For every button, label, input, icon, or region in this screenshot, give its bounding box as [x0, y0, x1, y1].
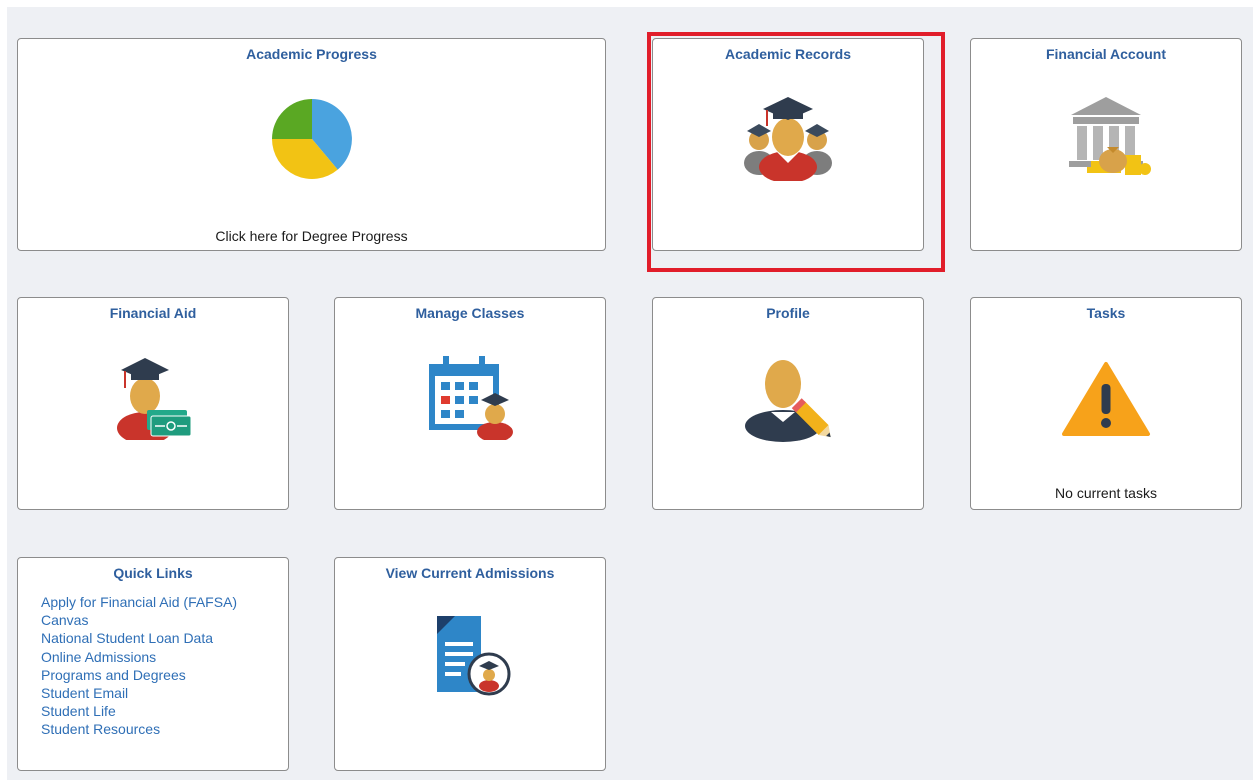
warning-icon — [1061, 360, 1151, 438]
bank-money-icon — [1061, 95, 1151, 179]
quick-link-student-life[interactable]: Student Life — [41, 703, 116, 719]
tile-title: Financial Aid — [109, 305, 197, 321]
tile-title: Profile — [766, 305, 810, 321]
quick-link-programs-degrees[interactable]: Programs and Degrees — [41, 667, 186, 683]
admissions-document-icon — [425, 612, 515, 698]
quick-link-student-resources[interactable]: Student Resources — [41, 721, 160, 737]
quick-link-item[interactable]: Apply for Financial Aid (FAFSA) — [41, 593, 237, 611]
quick-link-student-email[interactable]: Student Email — [41, 685, 128, 701]
quick-link-fafsa[interactable]: Apply for Financial Aid (FAFSA) — [41, 594, 237, 610]
quick-links-list: Apply for Financial Aid (FAFSA) Canvas N… — [41, 593, 237, 739]
tasks-tile[interactable]: Tasks No current tasks — [970, 297, 1242, 510]
manage-classes-tile[interactable]: Manage Classes — [334, 297, 606, 510]
tile-title: Tasks — [1086, 305, 1126, 321]
no-tasks-caption: No current tasks — [1055, 485, 1157, 501]
tile-title: Financial Account — [1045, 46, 1167, 62]
quick-link-item[interactable]: Online Admissions — [41, 648, 237, 666]
highlight-box — [647, 32, 945, 272]
financial-aid-tile[interactable]: Financial Aid — [17, 297, 289, 510]
quick-link-item[interactable]: Student Email — [41, 684, 237, 702]
tile-title: Academic Progress — [246, 46, 377, 62]
quick-link-online-admissions[interactable]: Online Admissions — [41, 649, 156, 665]
homepage-canvas: Academic Progress Click here for Degree … — [7, 7, 1253, 780]
quick-link-item[interactable]: Programs and Degrees — [41, 666, 237, 684]
calendar-graduate-icon — [425, 354, 515, 442]
quick-link-canvas[interactable]: Canvas — [41, 612, 88, 628]
degree-progress-caption[interactable]: Click here for Degree Progress — [18, 228, 605, 244]
tile-title: Quick Links — [113, 565, 193, 581]
academic-progress-tile[interactable]: Academic Progress Click here for Degree … — [17, 38, 606, 251]
graduate-with-cash-icon — [113, 354, 193, 444]
view-current-admissions-tile[interactable]: View Current Admissions — [334, 557, 606, 771]
pie-chart-icon — [270, 97, 354, 181]
quick-link-nsld[interactable]: National Student Loan Data — [41, 630, 213, 646]
quick-link-item[interactable]: Canvas — [41, 611, 237, 629]
financial-account-tile[interactable]: Financial Account — [970, 38, 1242, 251]
profile-tile[interactable]: Profile — [652, 297, 924, 510]
quick-link-item[interactable]: National Student Loan Data — [41, 629, 237, 647]
tile-title: Manage Classes — [415, 305, 525, 321]
quick-link-item[interactable]: Student Life — [41, 702, 237, 720]
quick-links-tile: Quick Links Apply for Financial Aid (FAF… — [17, 557, 289, 771]
person-edit-icon — [743, 356, 833, 442]
tile-title: View Current Admissions — [385, 565, 555, 581]
quick-link-item[interactable]: Student Resources — [41, 720, 237, 738]
